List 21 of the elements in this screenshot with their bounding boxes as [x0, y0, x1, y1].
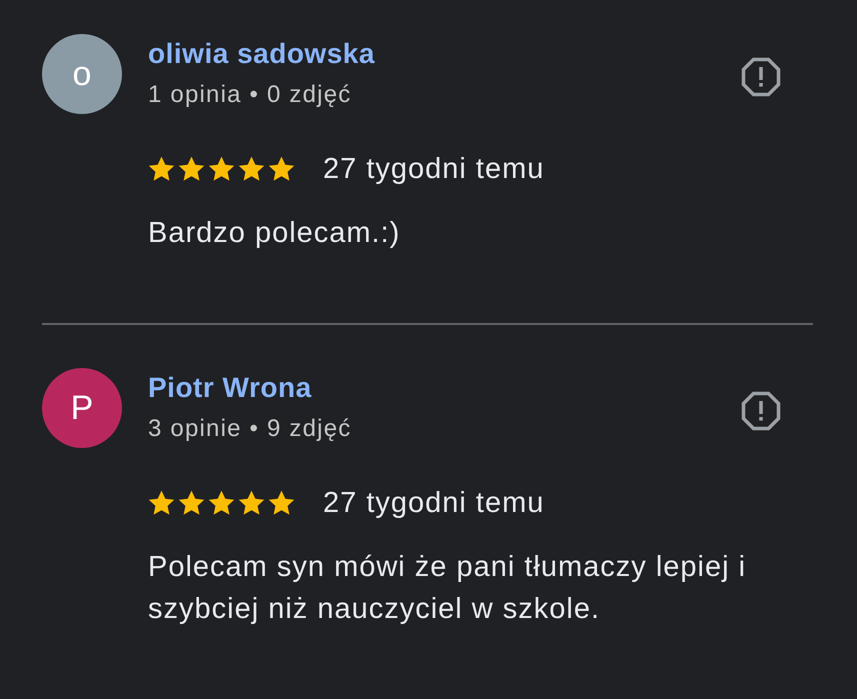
review-time: 27 tygodni temu: [323, 152, 544, 186]
avatar[interactable]: P: [42, 368, 122, 448]
review-time: 27 tygodni temu: [323, 486, 544, 520]
report-icon[interactable]: [741, 391, 781, 431]
star-icon: [238, 156, 265, 182]
review-meta: 1 opinia • 0 zdjęć: [148, 80, 352, 110]
review-text: Polecam syn mówi że pani tłumaczy lepiej i szybciej niż nauczyciel w szkole.: [148, 550, 748, 627]
author-name[interactable]: oliwia sadowska: [148, 37, 375, 71]
star-icon: [208, 156, 235, 182]
star-icon: [238, 490, 265, 516]
review-meta: 3 opinie • 9 zdjęć: [148, 414, 352, 444]
report-icon[interactable]: [741, 57, 781, 97]
star-icon: [178, 490, 205, 516]
star-icon: [268, 156, 295, 182]
author-name[interactable]: Piotr Wrona: [148, 371, 312, 405]
star-icon: [148, 156, 175, 182]
star-icon: [208, 490, 235, 516]
star-icon: [268, 490, 295, 516]
star-icon: [178, 156, 205, 182]
review-text: Bardzo polecam.:): [148, 216, 402, 251]
star-icon: [148, 490, 175, 516]
